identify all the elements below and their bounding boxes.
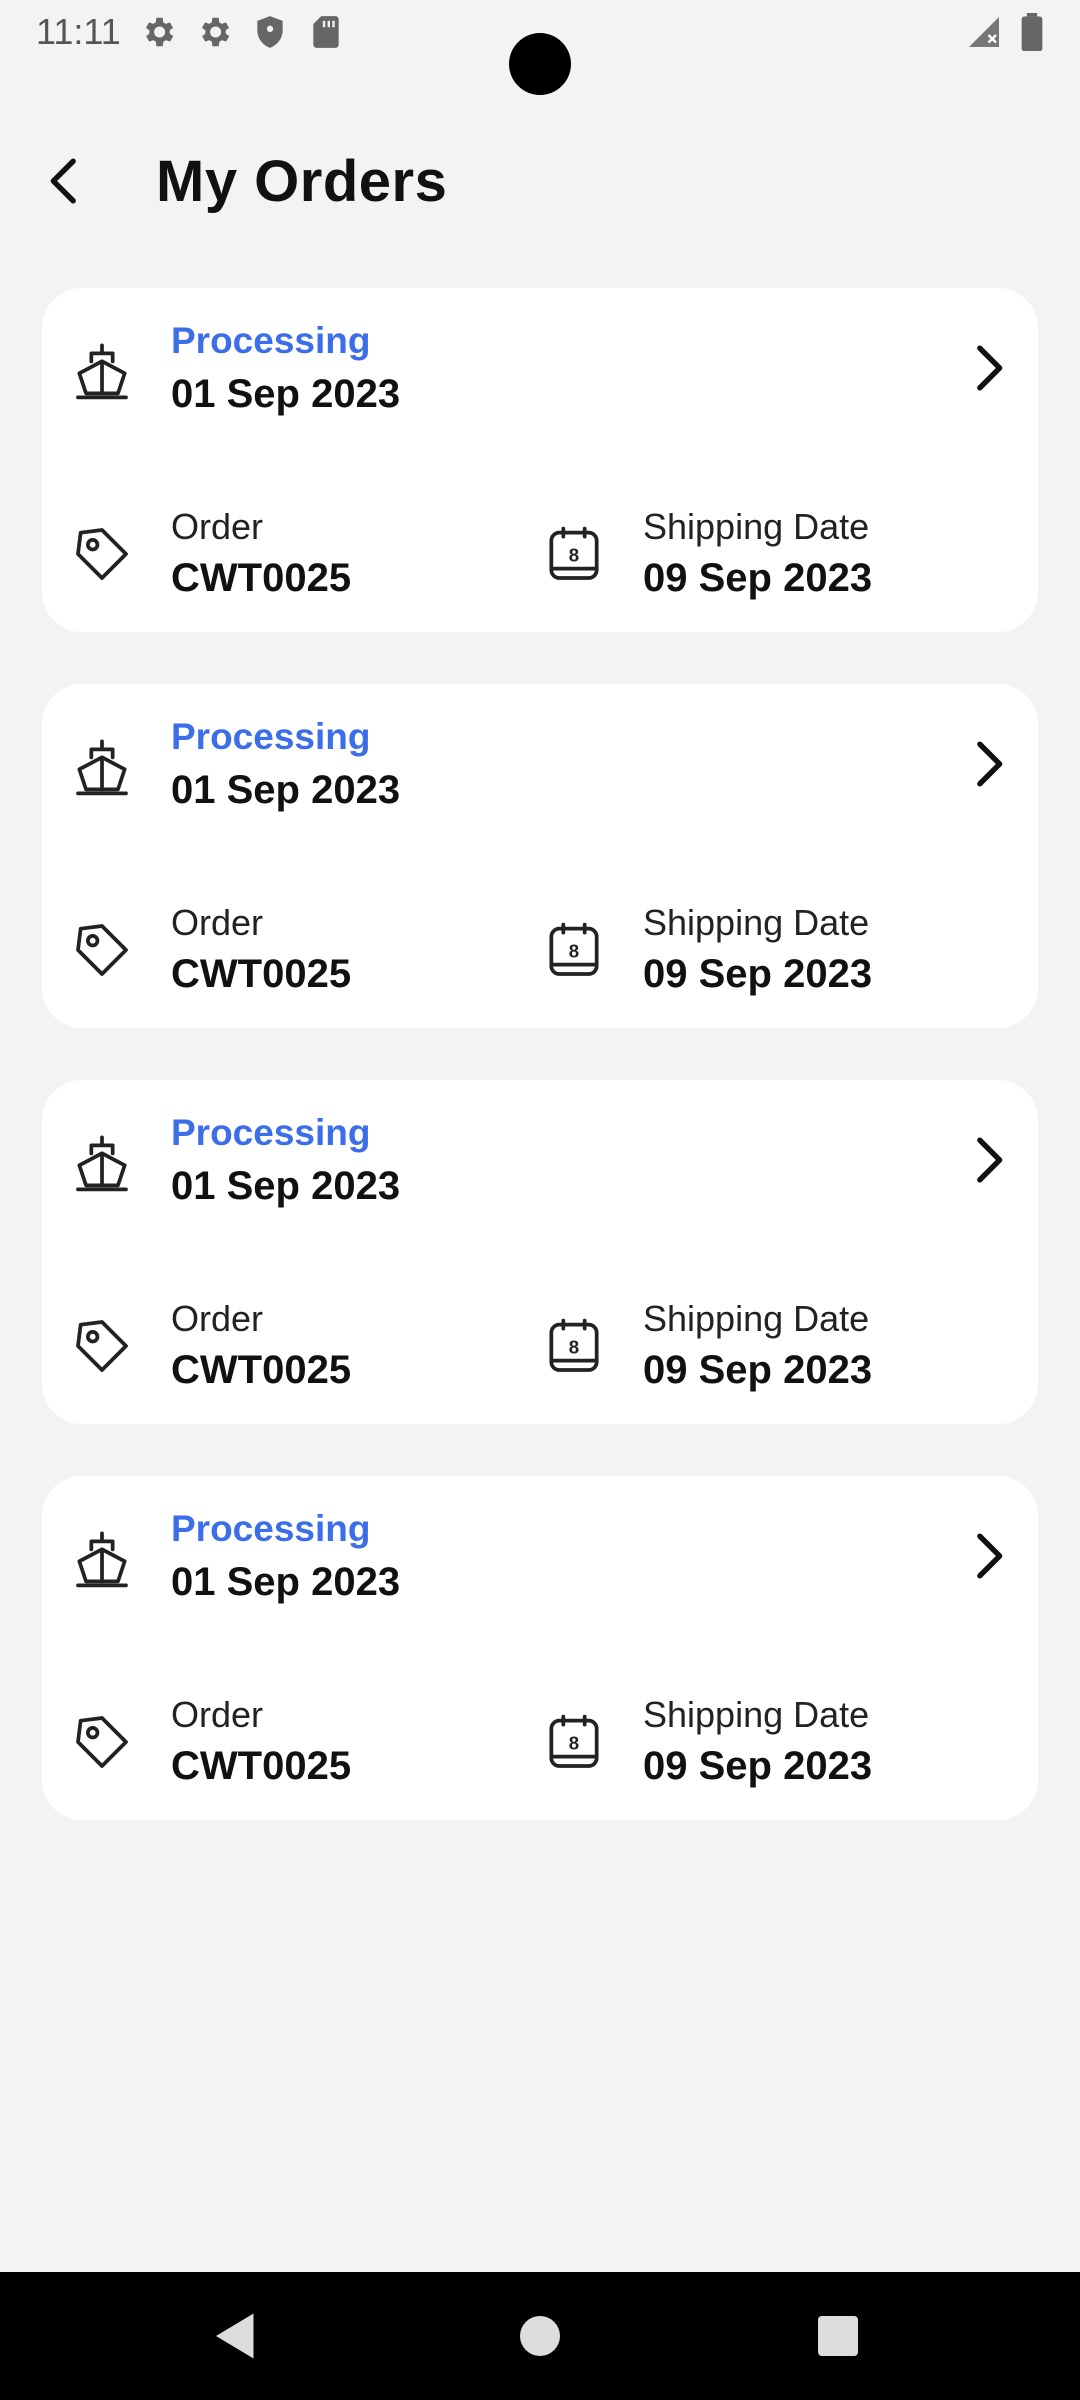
order-date: 01 Sep 2023 — [171, 1560, 401, 1604]
chevron-right-icon[interactable] — [960, 736, 1016, 792]
shipping-label: Shipping Date — [643, 902, 870, 943]
chevron-right-icon[interactable] — [960, 340, 1016, 396]
order-status: Processing — [171, 716, 371, 757]
order-id: CWT0025 — [171, 556, 352, 600]
back-button[interactable] — [30, 146, 100, 216]
app-bar: My Orders — [0, 130, 1080, 230]
calendar-day: 8 — [569, 1732, 579, 1753]
settings-icon — [201, 17, 229, 47]
shipping-label: Shipping Date — [643, 1694, 870, 1735]
signal-icon — [969, 17, 999, 47]
tag-icon — [76, 1320, 128, 1372]
tag-icon — [76, 528, 128, 580]
calendar-icon: 8 — [549, 1714, 599, 1768]
order-label: Order — [171, 1298, 264, 1339]
shipping-date: 09 Sep 2023 — [643, 1744, 873, 1788]
order-date: 01 Sep 2023 — [171, 1164, 401, 1208]
order-id: CWT0025 — [171, 1744, 352, 1788]
settings-icon — [145, 17, 173, 47]
order-card[interactable]: Processing 01 Sep 2023 Order CWT0025 8 S… — [42, 1080, 1038, 1424]
shipping-label: Shipping Date — [643, 1298, 870, 1339]
order-date: 01 Sep 2023 — [171, 768, 401, 812]
shipping-date: 09 Sep 2023 — [643, 556, 873, 600]
tag-icon — [76, 924, 128, 976]
order-id: CWT0025 — [171, 1348, 352, 1392]
shield-icon — [257, 16, 283, 48]
calendar-day: 8 — [569, 940, 579, 961]
order-label: Order — [171, 1694, 264, 1735]
sd-card-icon — [313, 16, 339, 48]
calendar-day: 8 — [569, 544, 579, 565]
order-label: Order — [171, 902, 264, 943]
order-id: CWT0025 — [171, 952, 352, 996]
tag-icon — [76, 1716, 128, 1768]
status-time: 11:11 — [36, 11, 121, 52]
battery-icon — [1021, 13, 1043, 51]
order-status: Processing — [171, 1508, 371, 1549]
orders-list: Processing 01 Sep 2023 Order CWT0025 8 S… — [42, 288, 1038, 1872]
ship-icon — [76, 1531, 128, 1588]
shipping-label: Shipping Date — [643, 506, 870, 547]
order-card[interactable]: Processing 01 Sep 2023 Order CWT0025 8 S… — [42, 1476, 1038, 1820]
home-circle-icon[interactable] — [510, 2306, 570, 2366]
calendar-icon: 8 — [549, 922, 599, 976]
system-nav-bar — [0, 2272, 1080, 2400]
order-label: Order — [171, 506, 264, 547]
order-status: Processing — [171, 1112, 371, 1153]
back-triangle-icon[interactable] — [206, 2306, 266, 2366]
page-title: My Orders — [156, 149, 448, 214]
chevron-right-icon[interactable] — [960, 1528, 1016, 1584]
back-arrow-icon — [50, 158, 76, 204]
order-card[interactable]: Processing 01 Sep 2023 Order CWT0025 8 S… — [42, 288, 1038, 632]
camera-cutout — [509, 33, 571, 95]
ship-icon — [76, 1135, 128, 1192]
ship-icon — [76, 739, 128, 796]
status-right — [966, 13, 1044, 51]
shipping-date: 09 Sep 2023 — [643, 952, 873, 996]
calendar-icon: 8 — [549, 1318, 599, 1372]
shipping-date: 09 Sep 2023 — [643, 1348, 873, 1392]
order-card[interactable]: Processing 01 Sep 2023 Order CWT0025 8 S… — [42, 684, 1038, 1028]
recents-square-icon[interactable] — [808, 2306, 868, 2366]
calendar-icon: 8 — [549, 526, 599, 580]
status-left: 11:11 — [36, 11, 345, 53]
order-date: 01 Sep 2023 — [171, 372, 401, 416]
ship-icon — [76, 343, 128, 400]
order-status: Processing — [171, 320, 371, 361]
chevron-right-icon[interactable] — [960, 1132, 1016, 1188]
calendar-day: 8 — [569, 1336, 579, 1357]
